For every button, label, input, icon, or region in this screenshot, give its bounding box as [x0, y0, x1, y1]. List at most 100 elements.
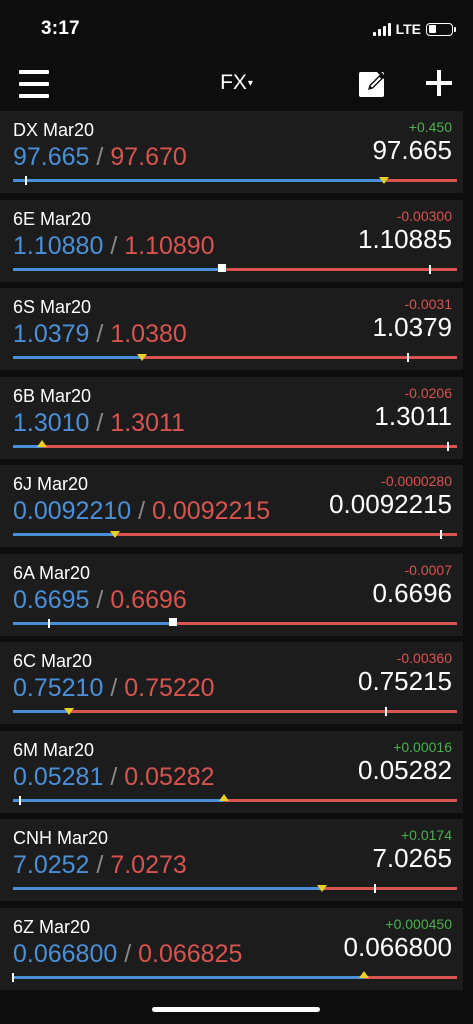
range-bar-ask-segment	[363, 975, 457, 979]
bid-price: 1.0379	[13, 320, 90, 348]
range-bar-ask-segment	[115, 533, 457, 536]
ask-price: 97.670	[110, 143, 187, 171]
range-bar-bid-segment	[13, 267, 222, 271]
contract-symbol: 6C Mar20	[13, 651, 93, 671]
net-change: -0.00300	[396, 207, 452, 224]
bid-price: 1.3010	[13, 408, 90, 437]
edit-icon[interactable]	[358, 69, 388, 99]
quote-row[interactable]: DX Mar20 97.665 / 97.670 +0.450 97.665	[0, 111, 463, 193]
range-tick-marker	[25, 176, 28, 185]
triangle-down-marker-icon	[378, 177, 389, 184]
contract-symbol: 6E Mar20	[13, 208, 92, 229]
network-type-label: LTE	[395, 21, 421, 37]
range-bar-bid-segment	[13, 975, 364, 979]
ask-price: 0.05282	[124, 762, 215, 791]
bid-ask: 0.0092210 / 0.0092215	[13, 497, 270, 526]
bid-ask-separator: /	[131, 497, 153, 525]
quote-row[interactable]: CNH Mar20 7.0252 / 7.0273 +0.0174 7.0265	[0, 819, 463, 901]
bid-ask-separator: /	[89, 851, 111, 879]
bid-ask: 1.10880 / 1.10890	[13, 232, 215, 261]
current-price-square-marker	[168, 617, 177, 626]
day-range-bar	[13, 530, 457, 539]
last-price: 0.0092215	[329, 489, 452, 519]
bid-price: 0.0092210	[13, 497, 132, 525]
range-tick-marker	[12, 972, 14, 982]
bid-ask: 0.6695 / 0.6696	[13, 586, 187, 615]
range-bar-ask-segment	[141, 356, 457, 359]
ask-price: 0.066825	[138, 939, 243, 968]
day-range-bar	[13, 617, 457, 628]
bid-ask: 0.066800 / 0.066825	[13, 940, 242, 969]
bid-price: 7.0252	[13, 851, 90, 879]
last-price: 1.0379	[372, 312, 452, 342]
range-bar-bid-segment	[13, 887, 324, 890]
quote-row[interactable]: 6S Mar20 1.0379 / 1.0380 -0.0031 1.0379	[0, 288, 463, 370]
quote-row[interactable]: 6M Mar20 0.05281 / 0.05282 +0.00016 0.05282	[0, 730, 463, 813]
quote-row[interactable]: 6A Mar20 0.6695 / 0.6696 -0.0007 0.6696	[0, 553, 463, 636]
bid-price: 0.05281	[13, 762, 104, 791]
quote-row[interactable]: 6J Mar20 0.0092210 / 0.0092215 -0.0000280 0…	[0, 465, 463, 547]
bid-price: 0.75210	[13, 674, 104, 702]
range-tick-marker	[47, 618, 50, 628]
range-bar-ask-segment	[41, 444, 457, 448]
range-bar-ask-segment	[223, 798, 457, 802]
range-bar-bid-segment	[13, 621, 173, 625]
last-price: 0.05282	[358, 754, 452, 785]
bid-ask: 0.75210 / 0.75220	[13, 674, 215, 703]
ask-price: 0.0092215	[152, 497, 271, 525]
contract-symbol: DX Mar20	[13, 120, 95, 140]
status-time: 3:17	[41, 18, 80, 39]
bid-ask: 0.05281 / 0.05282	[13, 763, 215, 792]
last-price: 0.75215	[358, 666, 452, 696]
triangle-down-marker-icon	[63, 708, 74, 715]
triangle-up-marker-icon	[36, 439, 47, 447]
quote-row[interactable]: 6B Mar20 1.3010 / 1.3011 -0.0206 1.3011	[0, 376, 463, 459]
contract-symbol: 6Z Mar20	[13, 916, 91, 937]
quote-row[interactable]: 6Z Mar20 0.066800 / 0.066825 +0.000450 0.06…	[0, 907, 463, 990]
range-bar-ask-segment	[385, 179, 457, 182]
range-tick-marker	[440, 530, 443, 539]
net-change: -0.0000280	[381, 473, 452, 489]
last-price: 0.6696	[372, 577, 452, 608]
last-price: 1.3011	[374, 400, 452, 431]
ask-price: 1.10890	[124, 231, 215, 260]
day-range-bar	[13, 263, 457, 274]
last-price: 0.066800	[343, 931, 452, 962]
range-bar-ask-segment	[68, 710, 457, 713]
triangle-up-marker-icon	[218, 793, 229, 801]
bid-ask-separator: /	[103, 762, 125, 791]
day-range-bar	[12, 970, 457, 982]
home-indicator[interactable]	[152, 1007, 320, 1012]
range-bar-ask-segment	[221, 267, 457, 271]
quote-row[interactable]: 6E Mar20 1.10880 / 1.10890 -0.00300 1.10885	[0, 199, 463, 282]
signal-strength-icon	[372, 22, 391, 36]
add-symbol-plus-icon[interactable]	[424, 68, 454, 98]
range-bar-bid-segment	[13, 710, 69, 713]
bid-price: 0.6695	[13, 585, 90, 614]
net-change: -0.0031	[404, 296, 452, 312]
range-bar-bid-segment	[13, 356, 142, 359]
ask-price: 7.0273	[110, 851, 187, 879]
last-price: 7.0265	[372, 843, 452, 873]
battery-level	[428, 25, 437, 33]
range-bar-bid-segment	[13, 533, 116, 536]
net-change: -0.00360	[396, 650, 452, 666]
day-range-bar	[13, 439, 457, 451]
watchlist-selector[interactable]: FX▾	[0, 71, 473, 95]
bid-ask-separator: /	[103, 231, 125, 260]
bid-price: 1.10880	[13, 231, 104, 260]
net-change: -0.0206	[404, 384, 452, 401]
contract-symbol: CNH Mar20	[13, 828, 109, 848]
status-bar: 3:17 LTE	[0, 0, 473, 56]
range-bar-ask-segment	[323, 887, 457, 890]
range-tick-marker	[384, 707, 387, 716]
day-range-bar	[13, 884, 457, 893]
quote-row[interactable]: 6C Mar20 0.75210 / 0.75220 -0.00360 0.75215	[0, 642, 463, 724]
last-price: 1.10885	[358, 223, 452, 254]
day-range-bar	[13, 176, 457, 185]
watchlist-title: FX	[220, 71, 247, 94]
contract-symbol: 6M Mar20	[13, 739, 95, 760]
bid-ask: 1.3010 / 1.3011	[13, 409, 185, 438]
day-range-bar	[13, 793, 457, 805]
current-price-square-marker	[217, 263, 226, 272]
